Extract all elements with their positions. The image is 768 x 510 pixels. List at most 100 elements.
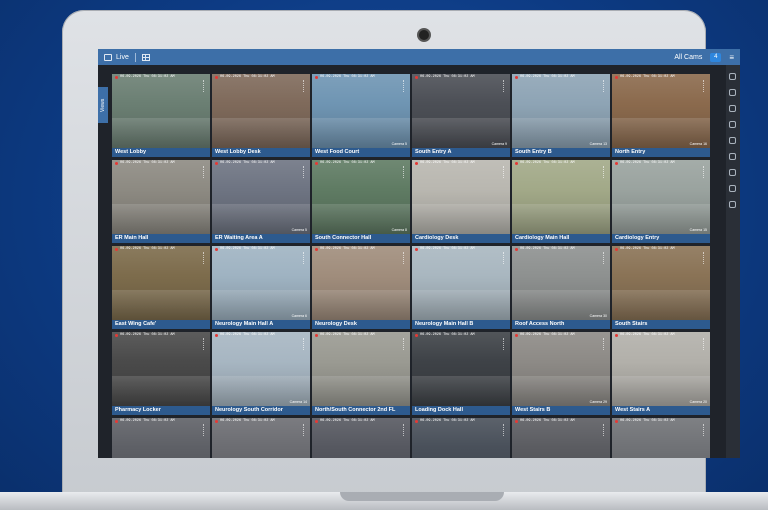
camera-tile[interactable]: 06-09-2026 Thu 08:31:02 AM [612,418,710,458]
feed-controls[interactable] [403,424,408,436]
camera-feed[interactable]: 06-09-2026 Thu 08:31:02 AM Camera 13 [512,74,610,148]
camera-tile[interactable]: 06-09-2026 Thu 08:31:02 AM Camera 14 Neuro… [212,332,310,416]
feed-controls[interactable] [303,252,308,264]
feed-controls[interactable] [503,80,508,92]
feed-controls[interactable] [703,252,708,264]
feed-controls[interactable] [703,424,708,436]
feed-controls[interactable] [303,424,308,436]
camera-tile[interactable]: 06-09-2026 Thu 08:31:02 AM Camera 30 Roof … [512,246,610,330]
feed-controls[interactable] [203,252,208,264]
camera-feed[interactable]: 06-09-2026 Thu 08:31:02 AM [112,332,210,406]
camera-tile[interactable]: 06-09-2026 Thu 08:31:02 AM Camera 29 West … [512,332,610,416]
feed-controls[interactable] [503,338,508,350]
pin-icon[interactable] [729,105,736,112]
feed-controls[interactable] [703,166,708,178]
feed-controls[interactable] [703,338,708,350]
feed-controls[interactable] [303,338,308,350]
camera-tile[interactable]: 06-09-2026 Thu 08:31:02 AM Camera 5 ER Wai… [212,160,310,244]
camera-feed[interactable]: 06-09-2026 Thu 08:31:02 AM Camera 16 [612,74,710,148]
camera-feed[interactable]: 06-09-2026 Thu 08:31:02 AM Camera 5 [312,74,410,148]
feed-controls[interactable] [403,166,408,178]
camera-feed[interactable]: 06-09-2026 Thu 08:31:02 AM [412,246,510,320]
clock-icon[interactable] [729,169,736,176]
camera-feed[interactable]: 06-09-2026 Thu 08:31:02 AM Camera 8 [312,160,410,234]
alert-icon[interactable] [729,153,736,160]
feed-controls[interactable] [603,252,608,264]
camera-tile[interactable]: 06-09-2026 Thu 08:31:02 AM Camera 9 South … [412,74,510,158]
camera-feed[interactable]: 06-09-2026 Thu 08:31:02 AM [612,418,710,458]
camera-tile[interactable]: 06-09-2026 Thu 08:31:02 AM Camera 16 North… [612,74,710,158]
camera-feed[interactable]: 06-09-2026 Thu 08:31:02 AM Camera 15 [612,160,710,234]
camera-tile[interactable]: 06-09-2026 Thu 08:31:02 AM Camera 6 Neurol… [212,246,310,330]
feed-controls[interactable] [503,166,508,178]
camera-tile[interactable]: 06-09-2026 Thu 08:31:02 AM Camera 15 Cardi… [612,160,710,244]
gear-icon[interactable] [729,137,736,144]
camera-group-label[interactable]: All Cams [674,54,702,61]
camera-tile[interactable]: 06-09-2026 Thu 08:31:02 AM Neurology Main… [412,246,510,330]
camera-tile[interactable]: 06-09-2026 Thu 08:31:02 AM Camera 5 West F… [312,74,410,158]
camera-feed[interactable]: 06-09-2026 Thu 08:31:02 AM [312,418,410,458]
camera-feed[interactable]: 06-09-2026 Thu 08:31:02 AM [112,246,210,320]
notification-badge[interactable]: 4 [710,52,722,62]
camera-feed[interactable]: 06-09-2026 Thu 08:31:02 AM [212,74,310,148]
camera-feed[interactable]: 06-09-2026 Thu 08:31:02 AM Camera 20 [612,332,710,406]
camera-tile[interactable]: 06-09-2026 Thu 08:31:02 AM [412,418,510,458]
feed-controls[interactable] [503,424,508,436]
feed-controls[interactable] [603,166,608,178]
camera-tile[interactable]: 06-09-2026 Thu 08:31:02 AM ER Main Hall [112,160,210,244]
live-tab[interactable]: Live [116,54,129,61]
camera-tile[interactable]: 06-09-2026 Thu 08:31:02 AM Camera 13 South… [512,74,610,158]
camera-tile[interactable]: 06-09-2026 Thu 08:31:02 AM Camera 8 South … [312,160,410,244]
feed-controls[interactable] [203,424,208,436]
camera-tile[interactable]: 06-09-2026 Thu 08:31:02 AM Cardiology Mai… [512,160,610,244]
feed-controls[interactable] [303,80,308,92]
menu-icon[interactable]: ≡ [729,53,734,62]
camera-tile[interactable]: 06-09-2026 Thu 08:31:02 AM North/South Co… [312,332,410,416]
camera-feed[interactable]: 06-09-2026 Thu 08:31:02 AM Camera 29 [512,332,610,406]
person-icon[interactable] [729,121,736,128]
camera-tile[interactable]: 06-09-2026 Thu 08:31:02 AM Neurology Desk [312,246,410,330]
feed-controls[interactable] [603,424,608,436]
camera-tile[interactable]: 06-09-2026 Thu 08:31:02 AM [312,418,410,458]
camera-tile[interactable]: 06-09-2026 Thu 08:31:02 AM Camera 20 West … [612,332,710,416]
feed-controls[interactable] [403,80,408,92]
feed-controls[interactable] [603,80,608,92]
monitor-icon[interactable] [104,53,112,61]
camera-tile[interactable]: 06-09-2026 Thu 08:31:02 AM [512,418,610,458]
camera-feed[interactable]: 06-09-2026 Thu 08:31:02 AM [312,332,410,406]
monitor-icon[interactable] [729,73,736,80]
camera-tile[interactable]: 06-09-2026 Thu 08:31:02 AM Pharmacy Locke… [112,332,210,416]
feed-controls[interactable] [603,338,608,350]
camera-feed[interactable]: 06-09-2026 Thu 08:31:02 AM [412,160,510,234]
camera-feed[interactable]: 06-09-2026 Thu 08:31:02 AM Camera 30 [512,246,610,320]
camera-feed[interactable]: 06-09-2026 Thu 08:31:02 AM [112,160,210,234]
camera-tile[interactable]: 06-09-2026 Thu 08:31:02 AM [212,418,310,458]
camera-tile[interactable]: 06-09-2026 Thu 08:31:02 AM South Stairs [612,246,710,330]
feed-controls[interactable] [203,166,208,178]
search-icon[interactable] [729,89,736,96]
camera-feed[interactable]: 06-09-2026 Thu 08:31:02 AM Camera 14 [212,332,310,406]
feed-controls[interactable] [203,338,208,350]
camera-feed[interactable]: 06-09-2026 Thu 08:31:02 AM Camera 6 [212,246,310,320]
camera-feed[interactable]: 06-09-2026 Thu 08:31:02 AM [212,418,310,458]
feed-controls[interactable] [703,80,708,92]
feed-controls[interactable] [203,80,208,92]
camera-tile[interactable]: 06-09-2026 Thu 08:31:02 AM East Wing Cafe… [112,246,210,330]
feed-controls[interactable] [303,166,308,178]
camera-feed[interactable]: 06-09-2026 Thu 08:31:02 AM [112,74,210,148]
feed-controls[interactable] [403,338,408,350]
views-side-tab[interactable]: Views [98,87,108,123]
camera-feed[interactable]: 06-09-2026 Thu 08:31:02 AM Camera 5 [212,160,310,234]
camera-tile[interactable]: 06-09-2026 Thu 08:31:02 AM West Lobby Des… [212,74,310,158]
feed-controls[interactable] [503,252,508,264]
camera-feed[interactable]: 06-09-2026 Thu 08:31:02 AM [412,418,510,458]
camera-feed[interactable]: 06-09-2026 Thu 08:31:02 AM [312,246,410,320]
camera-feed[interactable]: 06-09-2026 Thu 08:31:02 AM Camera 9 [412,74,510,148]
camera-feed[interactable]: 06-09-2026 Thu 08:31:02 AM [112,418,210,458]
camera-feed[interactable]: 06-09-2026 Thu 08:31:02 AM [512,160,610,234]
camera-tile[interactable]: 06-09-2026 Thu 08:31:02 AM Cardiology Des… [412,160,510,244]
chat-icon[interactable] [729,185,736,192]
camera-tile[interactable]: 06-09-2026 Thu 08:31:02 AM [112,418,210,458]
layout-grid-icon[interactable] [141,53,150,61]
camera-tile[interactable]: 06-09-2026 Thu 08:31:02 AM West Lobby [112,74,210,158]
